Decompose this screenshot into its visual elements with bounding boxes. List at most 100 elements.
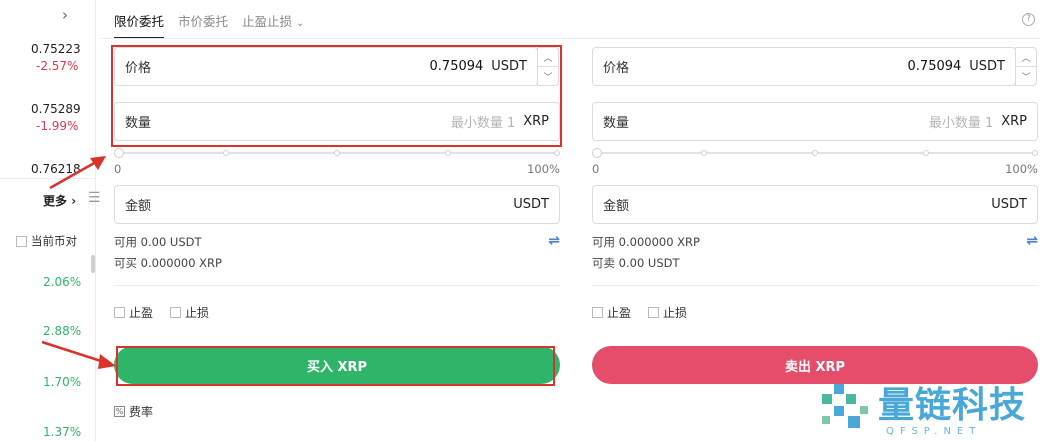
sell-quantity-field[interactable]: 数量 最小数量 1 XRP [592, 102, 1038, 141]
tab-limit-order[interactable]: 限价委托 [114, 11, 165, 39]
market-list-panel: › 0.75223 -2.57% 0.75289 -1.99% 0.76218 … [0, 0, 101, 441]
price-value: 0.75094 [907, 59, 962, 74]
slider-stop[interactable] [554, 150, 560, 156]
sell-percent-slider[interactable] [592, 148, 1038, 158]
take-profit-checkbox[interactable]: 止盈 [592, 304, 631, 321]
more-label: 更多 [43, 194, 68, 208]
change-percent: 1.70% [43, 375, 82, 389]
watermark-logo-icon [822, 384, 868, 428]
max-buy: 可买 0.000000 XRP [114, 256, 222, 270]
price-stepper: ︿ ﹀ [537, 47, 559, 86]
available-balance: 可用 0.00 USDT [114, 235, 202, 249]
checkbox[interactable] [592, 307, 603, 318]
quantity-placeholder: 最小数量 1 [450, 116, 516, 131]
price-label: 价格 [125, 61, 152, 76]
tab-tp-sl[interactable]: 止盈止损 ⌄ [242, 11, 304, 39]
stop-loss-label: 止损 [185, 306, 210, 320]
divider [0, 178, 96, 179]
max-sell: 可卖 0.00 USDT [592, 256, 680, 270]
slider-handle[interactable] [592, 148, 602, 158]
chevron-right-icon[interactable]: › [62, 6, 68, 24]
buy-quantity-field[interactable]: 数量 最小数量 1 XRP [114, 102, 560, 141]
fee-label: 费率 [129, 405, 154, 419]
watermark-domain: QFSP.NET [886, 426, 982, 437]
slider-max-label: 100% [1005, 162, 1038, 176]
slider-stop[interactable] [701, 150, 707, 156]
quantity-label: 数量 [603, 116, 630, 131]
checkbox[interactable] [170, 307, 181, 318]
slider-stop[interactable] [812, 150, 818, 156]
scrollbar-thumb[interactable] [91, 255, 95, 273]
price-value: 0.75094 [429, 59, 484, 74]
stop-loss-checkbox[interactable]: 止损 [170, 304, 209, 321]
price-stepper: ︿ ﹀ [1015, 47, 1037, 86]
swap-icon[interactable]: ⇌ [1026, 233, 1038, 249]
change-percent: 2.06% [43, 275, 82, 289]
sell-button[interactable]: 卖出 XRP [592, 346, 1038, 384]
change-percent: 1.37% [43, 425, 82, 439]
stepper-down-icon[interactable]: ﹀ [1016, 66, 1036, 85]
slider-min-label: 0 [592, 162, 600, 176]
more-link[interactable]: 更多 › [43, 192, 76, 209]
amount-label: 金额 [603, 199, 630, 214]
sell-amount-field[interactable]: 金额 USDT [592, 185, 1038, 224]
chevron-down-icon: ⌄ [296, 18, 305, 29]
help-icon[interactable]: ? [1022, 13, 1035, 26]
slider-stop[interactable] [923, 150, 929, 156]
slider-handle[interactable] [114, 148, 124, 158]
price-unit: USDT [491, 59, 527, 74]
available-balance: 可用 0.000000 XRP [592, 235, 700, 249]
tab-market-order[interactable]: 市价委托 [178, 11, 228, 39]
price-unit: USDT [969, 59, 1005, 74]
stop-loss-label: 止损 [663, 306, 688, 320]
market-change: -2.57% [36, 59, 79, 73]
divider [114, 285, 560, 286]
buy-button[interactable]: 买入 XRP [114, 346, 560, 384]
fee-rate-link[interactable]: % 费率 [114, 403, 153, 420]
fee-icon: % [114, 406, 125, 417]
slider-stop[interactable] [1032, 150, 1038, 156]
watermark: 量链科技 [820, 380, 1026, 432]
buy-price-field[interactable]: 价格 0.75094 USDT ︿ ﹀ [114, 47, 559, 86]
swap-icon[interactable]: ⇌ [548, 233, 560, 249]
take-profit-checkbox[interactable]: 止盈 [114, 304, 153, 321]
watermark-brand: 量链科技 [878, 385, 1027, 426]
sell-price-field[interactable]: 价格 0.75094 USDT ︿ ﹀ [592, 47, 1037, 86]
order-type-tabs: 限价委托 市价委托 止盈止损 ⌄ [114, 11, 304, 39]
slider-stop[interactable] [334, 150, 340, 156]
stepper-up-icon[interactable]: ︿ [1016, 48, 1036, 66]
slider-stop[interactable] [223, 150, 229, 156]
buy-percent-slider[interactable] [114, 148, 560, 158]
market-price: 0.75289 [31, 102, 81, 116]
quantity-label: 数量 [125, 116, 152, 131]
quantity-unit: XRP [1001, 114, 1027, 129]
stepper-down-icon[interactable]: ﹀ [538, 66, 558, 85]
tab-tp-sl-label: 止盈止损 [242, 14, 293, 29]
stop-loss-checkbox[interactable]: 止损 [648, 304, 687, 321]
take-profit-label: 止盈 [607, 306, 632, 320]
stepper-up-icon[interactable]: ︿ [538, 48, 558, 66]
quantity-placeholder: 最小数量 1 [928, 116, 994, 131]
checkbox[interactable] [648, 307, 659, 318]
current-pair-label: 当前币对 [31, 234, 77, 248]
amount-unit: USDT [513, 197, 549, 212]
amount-unit: USDT [991, 197, 1027, 212]
divider [592, 285, 1038, 286]
tabs-divider [100, 38, 1040, 39]
price-label: 价格 [603, 61, 630, 76]
buy-amount-field[interactable]: 金额 USDT [114, 185, 560, 224]
current-pair-filter[interactable]: 当前币对 [16, 233, 77, 249]
quantity-unit: XRP [523, 114, 549, 129]
slider-stop[interactable] [445, 150, 451, 156]
amount-label: 金额 [125, 199, 152, 214]
market-change: -1.99% [36, 119, 79, 133]
change-percent: 2.88% [43, 324, 82, 338]
checkbox[interactable] [114, 307, 125, 318]
take-profit-label: 止盈 [129, 306, 154, 320]
slider-min-label: 0 [114, 162, 122, 176]
market-price: 0.76218 [31, 162, 81, 176]
menu-icon[interactable]: ☰ [88, 190, 101, 206]
checkbox[interactable] [16, 235, 27, 247]
slider-max-label: 100% [527, 162, 560, 176]
market-price: 0.75223 [31, 42, 81, 56]
